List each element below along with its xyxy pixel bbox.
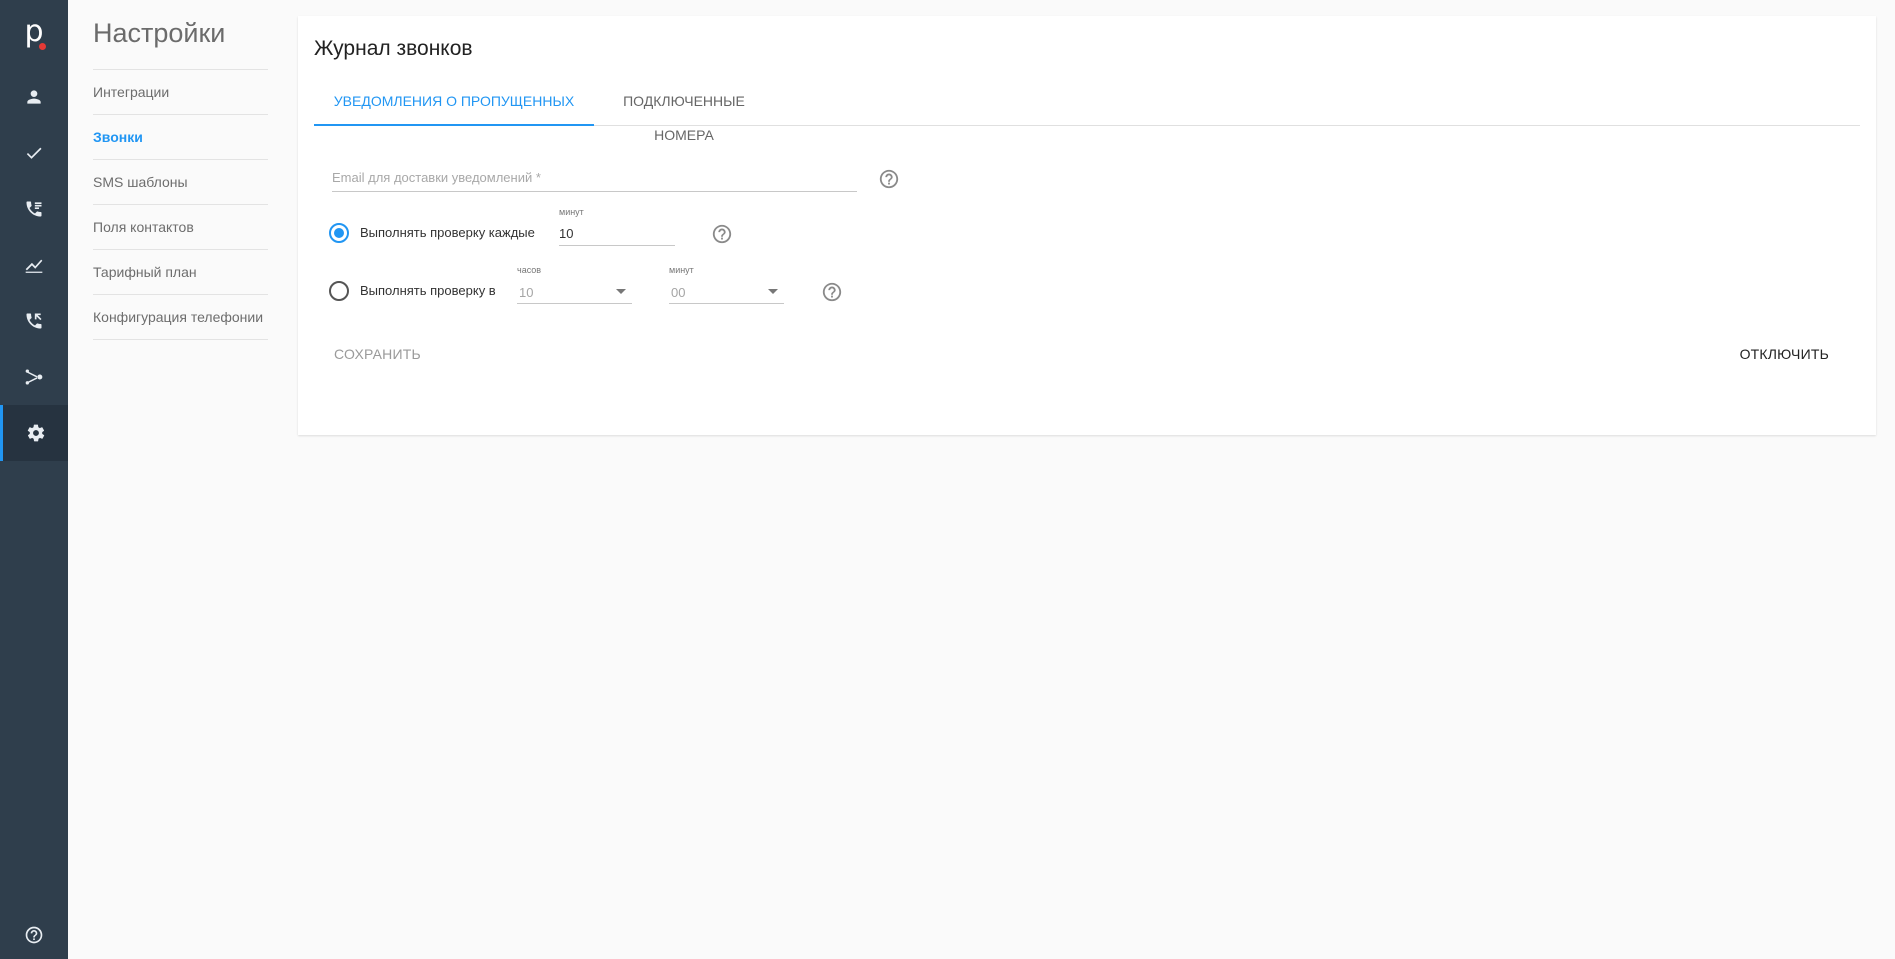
app-logo[interactable]: p bbox=[0, 10, 68, 54]
minutes-value: 00 bbox=[671, 285, 686, 300]
settings-item-calls[interactable]: Звонки bbox=[93, 115, 268, 160]
rail-item-settings[interactable] bbox=[0, 405, 68, 461]
rail-item-integrations[interactable] bbox=[0, 349, 68, 405]
app-rail: p bbox=[0, 0, 68, 959]
disable-button[interactable]: ОТКЛЮЧИТЬ bbox=[1740, 346, 1829, 362]
interval-help-button[interactable] bbox=[711, 223, 733, 245]
tab-missed-notifications[interactable]: УВЕДОМЛЕНИЯ О ПРОПУЩЕННЫХ bbox=[314, 84, 594, 126]
phone-callback-icon bbox=[26, 313, 42, 329]
help-circle-icon bbox=[822, 282, 842, 302]
logo-dot bbox=[39, 43, 46, 50]
gear-icon bbox=[27, 424, 44, 442]
settings-item-sms-templates[interactable]: SMS шаблоны bbox=[93, 160, 268, 205]
minutes-label: минут bbox=[669, 265, 694, 275]
rail-item-tasks[interactable] bbox=[0, 125, 68, 181]
chevron-down-icon bbox=[616, 289, 626, 294]
card-title: Журнал звонков bbox=[314, 37, 473, 60]
tab-connected-numbers[interactable]: ПОДКЛЮЧЕННЫЕ НОМЕРА bbox=[594, 84, 774, 143]
radio-check-at[interactable] bbox=[329, 281, 349, 301]
email-help-button[interactable] bbox=[878, 168, 900, 190]
help-circle-icon bbox=[879, 169, 899, 189]
hours-select[interactable]: 10 bbox=[517, 280, 632, 304]
settings-menu: Интеграции Звонки SMS шаблоны Поля конта… bbox=[93, 69, 268, 340]
settings-item-integrations[interactable]: Интеграции bbox=[93, 70, 268, 115]
interval-minutes-label: минут bbox=[559, 207, 584, 217]
email-field bbox=[332, 166, 857, 192]
settings-item-tariff[interactable]: Тарифный план bbox=[93, 250, 268, 295]
radio-check-every[interactable] bbox=[329, 223, 349, 243]
tab-bar: УВЕДОМЛЕНИЯ О ПРОПУЩЕННЫХ ПОДКЛЮЧЕННЫЕ Н… bbox=[314, 84, 1860, 143]
check-icon bbox=[26, 147, 42, 159]
minutes-select[interactable]: 00 bbox=[669, 280, 784, 304]
rail-item-contacts[interactable] bbox=[0, 69, 68, 125]
help-circle-icon bbox=[25, 926, 43, 944]
settings-nav: Настройки Интеграции Звонки SMS шаблоны … bbox=[93, 0, 268, 340]
radio-check-at-label: Выполнять проверку в bbox=[360, 283, 496, 298]
radio-check-every-label: Выполнять проверку каждые bbox=[360, 225, 535, 240]
phone-list-icon bbox=[26, 201, 42, 217]
email-input[interactable] bbox=[332, 166, 857, 185]
interval-minutes-input[interactable] bbox=[559, 222, 675, 241]
share-icon bbox=[25, 369, 43, 385]
person-icon bbox=[27, 90, 41, 104]
chevron-down-icon bbox=[768, 289, 778, 294]
settings-title: Настройки bbox=[93, 18, 226, 48]
hours-value: 10 bbox=[519, 285, 534, 300]
interval-minutes-field bbox=[559, 222, 675, 246]
chart-icon bbox=[25, 259, 43, 273]
hours-label: часов bbox=[517, 265, 542, 275]
time-help-button[interactable] bbox=[821, 281, 843, 303]
call-log-card: Журнал звонков УВЕДОМЛЕНИЯ О ПРОПУЩЕННЫХ… bbox=[298, 16, 1876, 435]
rail-item-analytics[interactable] bbox=[0, 237, 68, 293]
settings-item-telephony-config[interactable]: Конфигурация телефонии bbox=[93, 295, 268, 340]
rail-help-button[interactable] bbox=[0, 917, 68, 953]
rail-item-calls[interactable] bbox=[0, 293, 68, 349]
help-circle-icon bbox=[712, 224, 732, 244]
settings-item-contact-fields[interactable]: Поля контактов bbox=[93, 205, 268, 250]
save-button[interactable]: СОХРАНИТЬ bbox=[334, 346, 421, 362]
rail-item-call-list[interactable] bbox=[0, 181, 68, 237]
